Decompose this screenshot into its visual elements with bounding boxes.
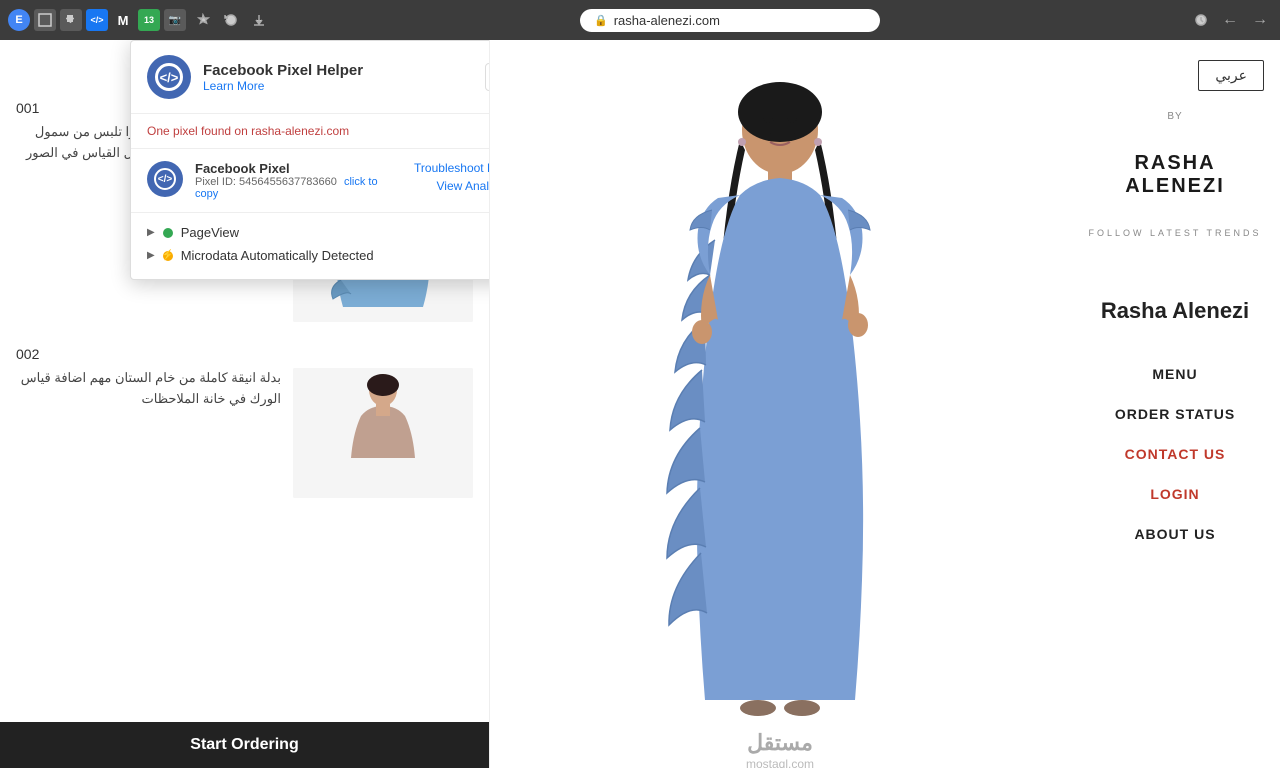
popup-status-bar: One pixel found on rasha-alenezi.com [131, 114, 490, 149]
right-panel: مستقل mostaql.com عربي BY RASHA ALENEZI … [490, 40, 1280, 768]
nav-item-order-status[interactable]: ORDER STATUS [1086, 394, 1264, 434]
brand-tagline: FOLLOW LATEST TRENDS [1086, 228, 1264, 238]
popup-pixel-row: </> Facebook Pixel Pixel ID: 54564556377… [131, 149, 490, 213]
main-layout: </> Facebook Pixel Helper Learn More One… [0, 40, 1280, 768]
popup-title-area: Facebook Pixel Helper Learn More [203, 62, 473, 93]
product-image-002 [293, 368, 473, 498]
svg-text:مستقل: مستقل [747, 730, 813, 755]
extension-screenshot-icon[interactable]: 📷 [164, 9, 186, 31]
lock-icon: 🔒 [594, 14, 608, 27]
event-expand-icon[interactable]: ▶ [147, 227, 155, 238]
nav-item-contact-us[interactable]: CONTACT US [1086, 434, 1264, 474]
browser-chrome: E </> M 13 📷 🔒 rasha-alenezi.com ← → [0, 0, 1280, 40]
brand-name-large: Rasha Alenezi [1101, 298, 1249, 324]
popup-events: ▶ PageView ▶ ⚡ Microdata Automatically D… [131, 213, 490, 279]
pixel-code-icon: </> [154, 168, 176, 190]
pixel-fb-icon: </> [147, 161, 183, 197]
extension-icon-e[interactable]: E [8, 9, 30, 31]
browser-icons-row: E </> M 13 📷 [8, 9, 186, 31]
pixel-info: Facebook Pixel Pixel ID: 545645563778366… [195, 161, 402, 200]
nav-item-about-us[interactable]: ABOUT US [1086, 514, 1264, 554]
arabic-button[interactable]: عربي [1198, 60, 1264, 91]
product-content-002: بدلة انيقة كاملة من خام الستان مهم اضافة… [16, 368, 473, 498]
view-analytics-link[interactable]: View Analytics [437, 179, 490, 193]
extension-icon-square[interactable] [34, 9, 56, 31]
pixel-name: Facebook Pixel [195, 161, 402, 176]
reload-icon[interactable] [220, 9, 242, 31]
popup-status-text: One pixel found on rasha-alenezi.com [147, 124, 349, 138]
address-bar[interactable]: 🔒 rasha-alenezi.com [580, 9, 880, 32]
facebook-dev-icon[interactable]: </> [86, 9, 108, 31]
forward-button[interactable]: → [1248, 11, 1272, 29]
popup-header: </> Facebook Pixel Helper Learn More [131, 41, 490, 114]
url-text: rasha-alenezi.com [614, 13, 720, 28]
event-pageview-label: PageView [181, 225, 239, 240]
product-item-002: 002 بدلة انيقة كاملة من خام الستان مهم ا… [16, 346, 473, 498]
model-image-area: مستقل mostaql.com [490, 40, 1070, 768]
event-row-microdata: ▶ ⚡ Microdata Automatically Detected [147, 244, 490, 267]
product-number-002: 002 [16, 346, 473, 362]
extension-icon-puzzle[interactable] [60, 9, 82, 31]
nav-item-menu[interactable]: MENU [1086, 354, 1264, 394]
event-status-green-icon [163, 228, 173, 238]
nav-item-login[interactable]: LOGIN [1086, 474, 1264, 514]
sidebar-nav: عربي BY RASHA ALENEZI FOLLOW LATEST TREN… [1070, 40, 1280, 768]
extension-calendar-icon[interactable]: 13 [138, 9, 160, 31]
popup-learn-more-link[interactable]: Learn More [203, 79, 473, 93]
event-expand-microdata-icon[interactable]: ▶ [147, 250, 155, 261]
extension-m-icon[interactable]: M [112, 9, 134, 31]
product-desc-002: بدلة انيقة كاملة من خام الستان مهم اضافة… [16, 368, 281, 410]
event-row-pageview: ▶ PageView [147, 221, 490, 244]
bookmarks-icon[interactable] [192, 9, 214, 31]
start-ordering-bar[interactable]: Start Ordering [0, 722, 489, 768]
pixel-id: Pixel ID: 5456455637783660 click to copy [195, 176, 402, 200]
nav-menu: MENU ORDER STATUS CONTACT US LOGIN ABOUT… [1086, 354, 1264, 554]
popup-fb-code-icon: </> [155, 63, 183, 91]
brand-name-logo: RASHA ALENEZI [1086, 152, 1264, 198]
svg-text:mostaql.com: mostaql.com [746, 757, 814, 768]
popup-title: Facebook Pixel Helper [203, 62, 473, 79]
pixel-id-text: Pixel ID: 5456455637783660 [195, 176, 337, 188]
brand-by-label: BY [1086, 111, 1264, 122]
back-button[interactable]: ← [1218, 11, 1242, 29]
popup-fb-icon: </> [147, 55, 191, 99]
left-panel: </> Facebook Pixel Helper Learn More One… [0, 40, 490, 768]
troubleshoot-pixel-link[interactable]: Troubleshoot Pixel [414, 161, 490, 175]
pixel-actions: Troubleshoot Pixel View Analytics [414, 161, 490, 193]
brand-logo: BY RASHA ALENEZI FOLLOW LATEST TRENDS [1086, 111, 1264, 268]
event-status-yellow-icon: ⚡ [163, 251, 173, 261]
history-icon[interactable] [1190, 9, 1212, 31]
right-panel-content: مستقل mostaql.com عربي BY RASHA ALENEZI … [490, 40, 1280, 768]
download-icon[interactable] [248, 9, 270, 31]
event-microdata-label: Microdata Automatically Detected [181, 248, 374, 263]
facebook-pixel-popup: </> Facebook Pixel Helper Learn More One… [130, 40, 490, 280]
